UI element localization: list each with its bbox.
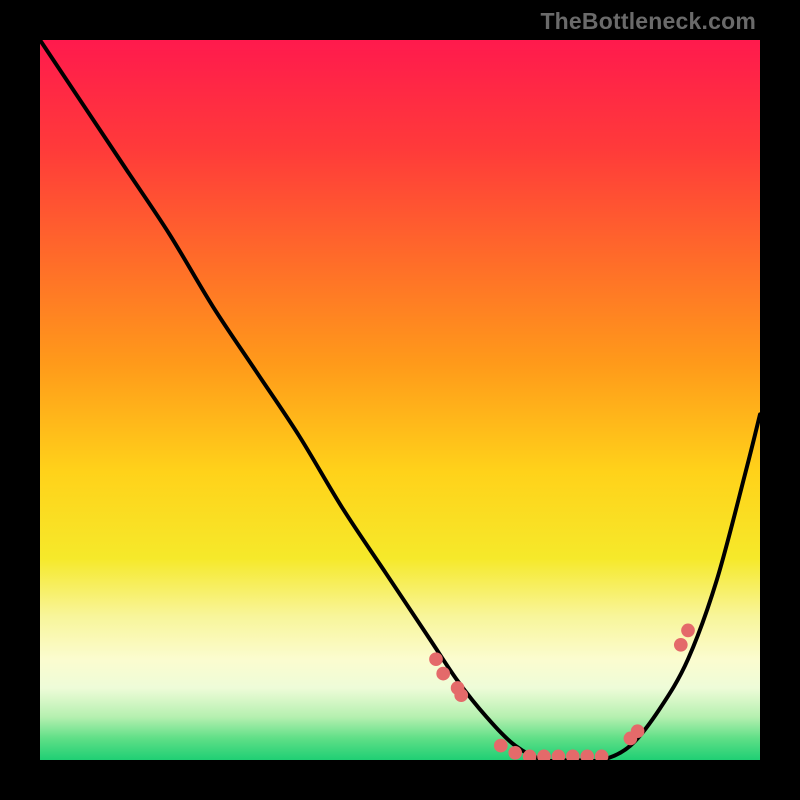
- plot-area: [40, 40, 760, 760]
- curve-layer: [40, 40, 760, 760]
- watermark-text: TheBottleneck.com: [540, 8, 756, 35]
- bottleneck-curve: [40, 40, 760, 760]
- chart-stage: TheBottleneck.com: [0, 0, 800, 800]
- curve-marker: [566, 750, 580, 760]
- curve-markers: [429, 624, 695, 760]
- curve-marker: [537, 750, 551, 760]
- curve-marker: [595, 750, 609, 760]
- curve-marker: [429, 652, 443, 666]
- curve-marker: [508, 746, 522, 760]
- curve-marker: [631, 724, 645, 738]
- curve-marker: [580, 750, 594, 760]
- curve-marker: [436, 667, 450, 681]
- curve-marker: [552, 750, 566, 760]
- curve-marker: [454, 688, 468, 702]
- curve-marker: [674, 638, 688, 652]
- curve-marker: [494, 739, 508, 753]
- curve-marker: [681, 624, 695, 638]
